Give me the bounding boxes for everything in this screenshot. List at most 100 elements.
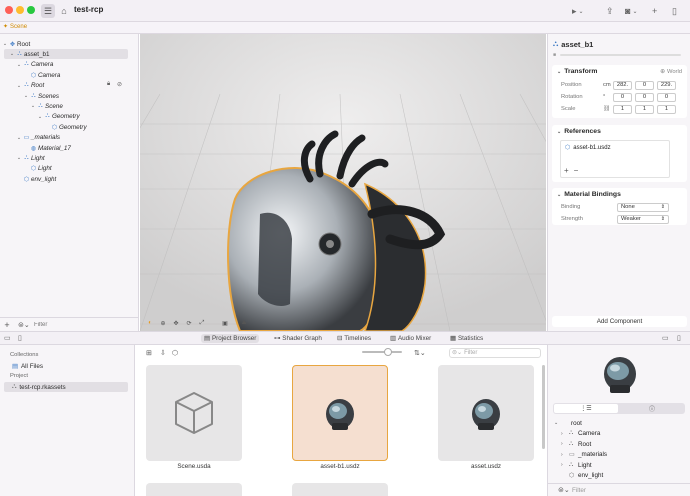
asset-thumbnail-partial[interactable] [146,483,242,496]
tab-audio-mixer[interactable]: ▥ Audio Mixer [387,334,434,343]
frame-tool-button[interactable]: ▣ [220,318,230,328]
preview-tree-row[interactable]: › ⛬ Root [561,439,591,449]
preview-tree-row[interactable]: ⌄ root [554,418,582,428]
add-button[interactable]: + [652,4,657,18]
browser-scrollbar[interactable] [541,362,546,462]
position-x-field[interactable]: 282. [613,80,632,90]
viewport-canvas[interactable] [140,34,546,331]
sidebar-item-project[interactable]: ⛬ test-rcp.rkassets [4,382,128,392]
disclosure-chevron-icon[interactable]: › [561,431,569,437]
info-mode-button[interactable]: ⓘ [620,404,684,413]
tree-row[interactable]: ⌄ ⛬ Scene [0,101,139,111]
visibility-off-icon[interactable]: ⊘ [117,81,122,88]
zoom-window-button[interactable] [27,6,35,14]
add-reference-button[interactable]: + [564,166,569,175]
position-z-field[interactable]: 229. [657,80,676,90]
tree-row[interactable]: ⌄ ⛬ asset_b1 [4,49,128,60]
add-component-button[interactable]: Add Component [552,316,687,327]
3d-viewport[interactable]: ◐ ⊕ ✥ ⟳ ⤢ ▣ ⛰ [140,34,546,331]
tree-row[interactable]: ⌄ ▭ _materials [0,133,139,143]
sidebar-toggle-button[interactable]: ☰ [41,4,55,18]
camera-button[interactable]: ◙ ⌄ [625,4,637,18]
transform-header[interactable]: ⌄ Transform ⊕ World [552,65,687,78]
tab-timelines[interactable]: ⊟ Timelines [334,334,374,343]
scale-x-field[interactable]: 1 [613,104,632,114]
move-tool-button[interactable]: ✥ [171,318,181,328]
add-asset-icon[interactable]: ⬡ [172,349,178,357]
add-entity-button[interactable]: + [0,320,14,330]
disclosure-chevron-icon[interactable]: › [561,452,569,458]
asset-thumbnail-partial[interactable] [292,483,388,496]
minimize-window-button[interactable] [16,6,24,14]
remove-reference-button[interactable]: − [574,166,579,175]
share-button[interactable]: ⇪ [606,4,614,18]
inspector-panel-icon[interactable]: ▯ [677,334,681,342]
stop-icon[interactable]: ■ [553,52,556,58]
tab-scene[interactable]: ✦ Scene [3,23,27,31]
sidebar-panel-icon[interactable]: ▯ [18,334,22,342]
inspector-toggle-button[interactable]: ▯ [672,4,677,18]
split-view-icon[interactable]: ▭ [662,334,669,342]
panel-toggle-icon[interactable]: ▭ [4,334,11,342]
preview-tree-row[interactable]: › ⛬ Light [561,460,592,470]
preview-filter-placeholder[interactable]: Filter [572,487,586,494]
disclosure-chevron-icon[interactable]: › [561,462,569,468]
camera-orbit-button[interactable]: ◐ [145,318,155,328]
preview-tree-row[interactable]: › ⛬ Camera [561,429,600,439]
tree-row[interactable]: ⌄ ⛬ Camera [0,60,139,70]
thumbnail-size-slider[interactable] [362,348,402,356]
binding-select[interactable]: None ⇕ [617,202,669,212]
tree-row[interactable]: ◍ Material_17 [0,143,139,153]
tree-row[interactable]: ⬡ Camera [0,70,139,80]
hierarchy-filter-input[interactable] [34,320,129,329]
lock-icon[interactable]: 🔒︎ [107,81,110,88]
scale-y-field[interactable]: 1 [635,104,654,114]
select-tool-button[interactable]: ⊕ [158,318,168,328]
play-controls[interactable]: ▸ ⌄ [572,4,584,18]
tab-project-browser[interactable]: ▤ Project Browser [201,334,260,343]
sidebar-item-all-files[interactable]: ▤ All Files [4,361,128,371]
playhead-track[interactable] [560,54,681,56]
world-space-toggle[interactable]: ⊕ World [660,69,682,75]
tab-shader-graph[interactable]: ⊶ Shader Graph [271,334,325,343]
scale-z-field[interactable]: 1 [657,104,676,114]
disclosure-chevron-icon[interactable]: › [561,441,569,447]
rotation-z-field[interactable]: 0 [657,92,676,102]
tree-row[interactable]: ⌄ ⛬ Scenes [0,91,139,101]
tree-row[interactable]: ⬡ Light [0,164,139,174]
rotate-tool-button[interactable]: ⟳ [184,318,194,328]
tree-row[interactable]: ⬡ env_light [0,174,139,184]
rotation-x-field[interactable]: 0 [613,92,632,102]
tree-row[interactable]: ⌄ ✥ Root [0,39,139,49]
asset-thumbnail-asset[interactable] [438,365,534,461]
tab-statistics[interactable]: ▦ Statistics [447,334,486,343]
filter-options-button[interactable]: ⊜⌄ [558,486,572,494]
new-folder-icon[interactable]: ⊞ [146,349,152,357]
slider-knob[interactable] [384,348,392,356]
tree-row[interactable]: ⌄ ⛬ Light [0,153,139,163]
tree-row[interactable]: ⬡ Geometry [0,122,139,132]
tree-row[interactable]: ⌄ ⛬ Geometry [0,112,139,122]
scrollbar-thumb[interactable] [542,365,545,449]
asset-thumbnail-asset-b1[interactable] [292,365,388,461]
position-y-field[interactable]: 0 [635,80,654,90]
reference-item[interactable]: ⬡ asset-b1.usdz [561,141,669,154]
filter-options-button[interactable]: ⊜⌄ [18,321,32,329]
import-icon[interactable]: ⇩ [160,349,166,357]
strength-select[interactable]: Weaker ⇕ [617,214,669,224]
link-icon[interactable]: ⛓ [603,106,613,112]
asset-thumbnail-scene[interactable] [146,365,242,461]
sort-icon[interactable]: ⇅⌄ [414,349,426,357]
hierarchy-mode-button[interactable]: ⋮☰ [554,404,618,413]
filter-search-field[interactable]: ⊜⌄ Filter [449,347,541,358]
rotation-y-field[interactable]: 0 [635,92,654,102]
display-mode-button[interactable]: ⛰ [239,318,249,328]
preview-tree-row[interactable]: ⬡ env_light [561,471,603,481]
scale-tool-button[interactable]: ⤢ [197,318,207,328]
preview-tree-row[interactable]: › ▭ _materials [561,450,607,460]
close-window-button[interactable] [5,6,13,14]
material-bindings-header[interactable]: ⌄ Material Bindings [552,188,687,201]
tag-button[interactable]: ⌂ [59,4,69,18]
references-header[interactable]: ⌄ References [552,125,687,138]
disclosure-chevron-icon[interactable]: ⌄ [554,420,562,426]
